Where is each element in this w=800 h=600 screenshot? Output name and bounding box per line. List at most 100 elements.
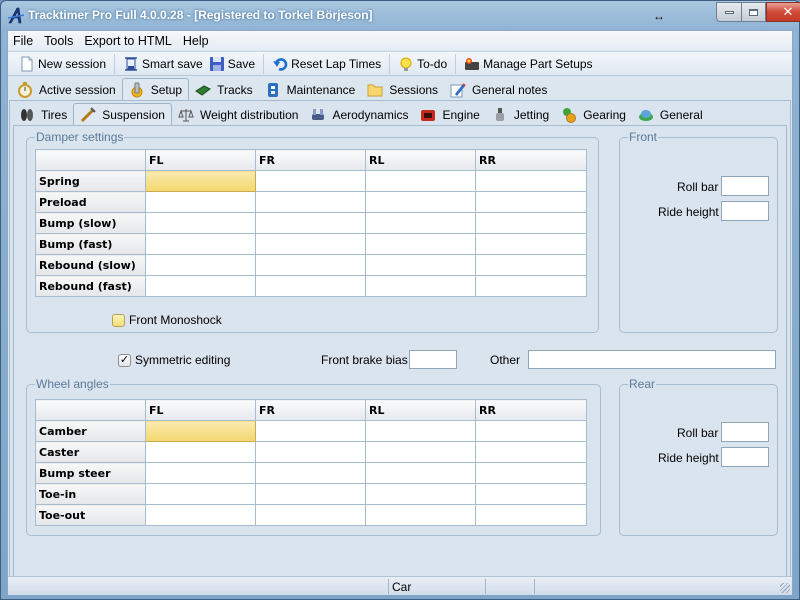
- save-button[interactable]: Save: [206, 53, 258, 75]
- grid-cell[interactable]: [475, 233, 587, 255]
- row-header[interactable]: Toe-out: [35, 504, 146, 526]
- grid-cell[interactable]: [255, 504, 366, 526]
- menu-help[interactable]: Help: [178, 34, 215, 48]
- new-session-button[interactable]: New session: [16, 53, 109, 75]
- column-header[interactable]: FR: [255, 399, 366, 421]
- tab-gearing[interactable]: Gearing: [555, 105, 632, 125]
- column-header[interactable]: RR: [475, 149, 587, 171]
- front-roll-bar-input[interactable]: [721, 176, 769, 196]
- grid-cell[interactable]: [365, 191, 476, 213]
- grid-cell[interactable]: [365, 462, 476, 484]
- rear-roll-bar-input[interactable]: [721, 422, 769, 442]
- smart-save-button[interactable]: Smart save: [120, 53, 206, 75]
- grid-cell[interactable]: [475, 462, 587, 484]
- grid-cell[interactable]: [145, 170, 256, 192]
- grid-cell[interactable]: [475, 483, 587, 505]
- grid-cell[interactable]: [255, 483, 366, 505]
- resize-grip-icon[interactable]: [780, 583, 790, 593]
- tab-aerodynamics[interactable]: Aerodynamics: [304, 105, 414, 125]
- row-header[interactable]: Bump (fast): [35, 233, 146, 255]
- column-header[interactable]: RL: [365, 399, 476, 421]
- grid-cell[interactable]: [475, 191, 587, 213]
- grid-cell[interactable]: [145, 233, 256, 255]
- row-header[interactable]: Bump steer: [35, 462, 146, 484]
- column-header[interactable]: FL: [145, 149, 256, 171]
- menu-file[interactable]: File: [8, 34, 39, 48]
- row-header[interactable]: Spring: [35, 170, 146, 192]
- tab-general[interactable]: General: [632, 105, 709, 125]
- tab-tracks[interactable]: Tracks: [189, 80, 259, 100]
- grid-cell[interactable]: [365, 420, 476, 442]
- grid-cell[interactable]: [145, 420, 256, 442]
- grid-cell[interactable]: [255, 212, 366, 234]
- tab-active-session[interactable]: Active session: [11, 80, 122, 100]
- grid-cell[interactable]: [255, 191, 366, 213]
- tab-setup[interactable]: Setup: [121, 78, 190, 100]
- rear-ride-height-input[interactable]: [721, 447, 769, 467]
- grid-cell[interactable]: [365, 254, 476, 276]
- row-header[interactable]: Preload: [35, 191, 146, 213]
- grid-cell[interactable]: [145, 212, 256, 234]
- row-header[interactable]: Toe-in: [35, 483, 146, 505]
- grid-cell[interactable]: [365, 483, 476, 505]
- grid-cell[interactable]: [475, 504, 587, 526]
- tab-engine[interactable]: Engine: [414, 105, 485, 125]
- tab-suspension[interactable]: Suspension: [73, 103, 172, 125]
- grid-cell[interactable]: [255, 170, 366, 192]
- reset-lap-times-button[interactable]: Reset Lap Times: [269, 53, 384, 75]
- grid-cell[interactable]: [365, 504, 476, 526]
- grid-cell[interactable]: [145, 191, 256, 213]
- symmetric-editing-checkbox[interactable]: ✓: [118, 354, 131, 367]
- grid-cell[interactable]: [145, 275, 256, 297]
- maximize-button[interactable]: [741, 2, 766, 22]
- grid-cell[interactable]: [475, 441, 587, 463]
- grid-cell[interactable]: [255, 462, 366, 484]
- column-header[interactable]: RR: [475, 399, 587, 421]
- title-bar[interactable]: Tracktimer Pro Full 4.0.0.28 - [Register…: [1, 1, 800, 30]
- grid-cell[interactable]: [145, 462, 256, 484]
- todo-button[interactable]: To-do: [395, 53, 450, 75]
- front-monoshock-checkbox[interactable]: [112, 314, 125, 327]
- menu-export-html[interactable]: Export to HTML: [79, 34, 178, 48]
- tab-jetting[interactable]: Jetting: [486, 105, 555, 125]
- row-header[interactable]: Camber: [35, 420, 146, 442]
- grid-cell[interactable]: [475, 275, 587, 297]
- other-input[interactable]: [528, 350, 776, 369]
- tab-sessions[interactable]: Sessions: [361, 80, 444, 100]
- row-header[interactable]: Rebound (slow): [35, 254, 146, 276]
- row-header[interactable]: Bump (slow): [35, 212, 146, 234]
- minimize-button[interactable]: [716, 2, 741, 22]
- grid-cell[interactable]: [145, 254, 256, 276]
- grid-cell[interactable]: [145, 504, 256, 526]
- grid-cell[interactable]: [255, 441, 366, 463]
- menu-tools[interactable]: Tools: [39, 34, 79, 48]
- close-button[interactable]: ✕: [766, 2, 800, 22]
- grid-cell[interactable]: [365, 212, 476, 234]
- manage-part-setups-button[interactable]: Manage Part Setups: [461, 53, 595, 75]
- row-header[interactable]: Rebound (fast): [35, 275, 146, 297]
- grid-cell[interactable]: [255, 254, 366, 276]
- grid-cell[interactable]: [365, 275, 476, 297]
- grid-cell[interactable]: [145, 483, 256, 505]
- grid-cell[interactable]: [475, 212, 587, 234]
- tab-tires[interactable]: Tires: [13, 105, 73, 125]
- row-header[interactable]: Caster: [35, 441, 146, 463]
- grid-cell[interactable]: [255, 233, 366, 255]
- grid-cell[interactable]: [255, 275, 366, 297]
- front-brake-bias-input[interactable]: [409, 350, 457, 369]
- tab-general-notes[interactable]: General notes: [444, 80, 553, 100]
- grid-cell[interactable]: [475, 254, 587, 276]
- tab-maintenance[interactable]: Maintenance: [259, 80, 362, 100]
- grid-cell[interactable]: [145, 441, 256, 463]
- grid-cell[interactable]: [365, 170, 476, 192]
- front-ride-height-input[interactable]: [721, 201, 769, 221]
- grid-cell[interactable]: [255, 420, 366, 442]
- grid-cell[interactable]: [475, 170, 587, 192]
- grid-cell[interactable]: [365, 441, 476, 463]
- column-header[interactable]: FL: [145, 399, 256, 421]
- column-header[interactable]: FR: [255, 149, 366, 171]
- tab-weight-distribution[interactable]: Weight distribution: [172, 105, 305, 125]
- column-header[interactable]: RL: [365, 149, 476, 171]
- grid-cell[interactable]: [475, 420, 587, 442]
- grid-cell[interactable]: [365, 233, 476, 255]
